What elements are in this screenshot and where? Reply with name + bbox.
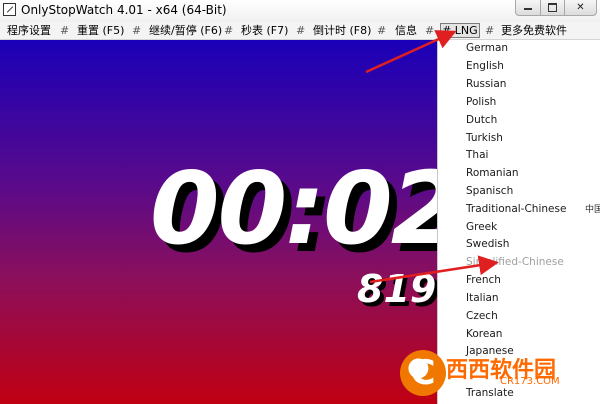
language-item-english[interactable]: English [466,58,504,75]
menu-separator: # [425,24,435,37]
menu-continue-pause[interactable]: 继续/暂停 (F6) [149,24,222,37]
minimize-icon [524,8,532,10]
language-item-spanisch[interactable]: Spanisch [466,183,513,200]
language-item-turkish[interactable]: Turkish [466,130,503,147]
menu-separator: # [485,24,495,37]
language-item-simplified-chinese: Simplified-Chinese [466,256,564,268]
menu-info[interactable]: 信息 [395,24,417,37]
title-bar: OnlyStopWatch 4.01 - x64 (64-Bit) ✕ [0,0,600,23]
timer-display: 00:02 00:02 819 819 [0,40,437,404]
menu-reset[interactable]: 重置 (F5) [77,24,124,37]
watermark-url: CR173.COM [500,376,560,387]
watermark-logo-icon: C [400,350,446,396]
time-value: 00:02 [150,150,437,267]
window-title: OnlyStopWatch 4.01 - x64 (64-Bit) [21,3,227,17]
language-item-dutch[interactable]: Dutch [466,112,497,129]
language-item-korean[interactable]: Korean [466,326,502,343]
milliseconds-value: 819 [357,267,437,311]
language-item-traditional-chinese[interactable]: Traditional-Chinese [466,201,566,218]
language-extra-label: 中国 [585,205,600,215]
language-item-thai[interactable]: Thai [466,147,488,164]
menu-stopwatch[interactable]: 秒表 (F7) [241,24,288,37]
maximize-icon [548,2,557,12]
menu-language[interactable]: # LNG [440,23,480,38]
menu-countdown[interactable]: 倒计时 (F8) [313,24,371,37]
maximize-button[interactable] [540,0,565,16]
menu-more-free-software[interactable]: 更多免费软件 [501,24,567,37]
language-item-german[interactable]: German [466,40,508,57]
language-item-swedish[interactable]: Swedish [466,236,509,253]
language-item-czech[interactable]: Czech [466,308,498,325]
close-icon: ✕ [576,2,585,13]
menu-separator: # [377,24,387,37]
language-item-russian[interactable]: Russian [466,76,506,93]
menu-separator: # [224,24,234,37]
language-item-greek[interactable]: Greek [466,219,497,236]
minimize-button[interactable] [515,0,541,16]
menu-separator: # [132,24,142,37]
menu-program-settings[interactable]: 程序设置 [7,24,51,37]
site-watermark: C 西西软件园 CR173.COM [400,350,585,398]
close-button[interactable]: ✕ [564,0,597,16]
menu-bar: 程序设置 # 重置 (F5) # 继续/暂停 (F6) # 秒表 (F7) # … [0,22,600,40]
menu-separator: # [296,24,306,37]
menu-separator: # [60,24,70,37]
language-item-polish[interactable]: Polish [466,94,496,111]
language-item-romanian[interactable]: Romanian [466,165,519,182]
language-item-italian[interactable]: Italian [466,290,499,307]
stopwatch-app-icon [3,3,16,16]
language-item-french[interactable]: French [466,272,501,289]
